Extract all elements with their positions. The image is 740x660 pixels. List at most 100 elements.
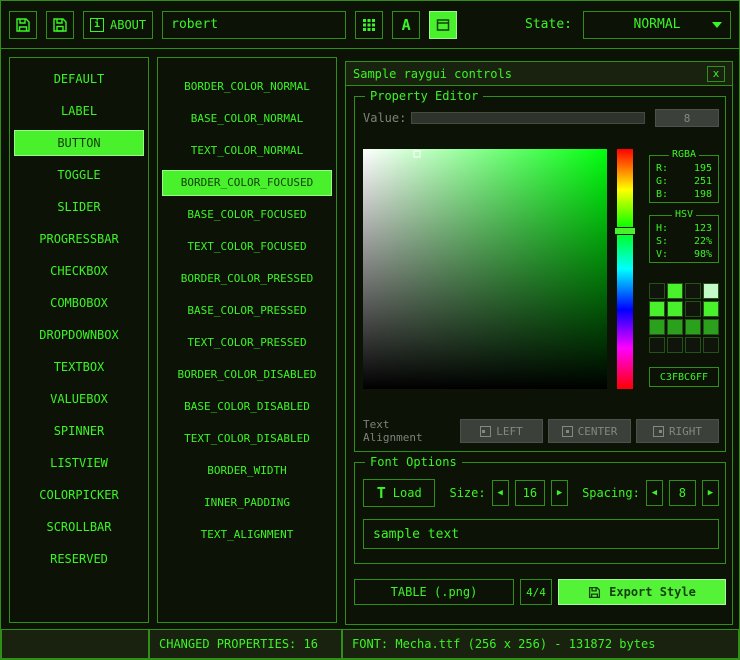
align-center-button[interactable]: CENTER xyxy=(548,419,631,443)
align-left-label: LEFT xyxy=(496,425,523,438)
list-item-text-alignment[interactable]: TEXT_ALIGNMENT xyxy=(162,522,332,548)
list-item-valuebox[interactable]: VALUEBOX xyxy=(14,386,144,412)
list-item-border-color-normal[interactable]: BORDER_COLOR_NORMAL xyxy=(162,74,332,100)
group-title: Font Options xyxy=(365,455,462,469)
rguistyler-window: i ABOUT A State: NORMAL DEFAULTLABELBUTT… xyxy=(0,0,740,660)
list-item-inner-padding[interactable]: INNER_PADDING xyxy=(162,490,332,516)
hue-slider-handle[interactable] xyxy=(614,227,636,235)
palette-color-cell[interactable] xyxy=(649,301,665,317)
spacing-value-box[interactable]: 8 xyxy=(669,480,696,506)
state-dropdown[interactable]: NORMAL xyxy=(583,11,731,39)
about-label: ABOUT xyxy=(110,18,146,32)
palette-color-cell[interactable] xyxy=(703,283,719,299)
list-item-combobox[interactable]: COMBOBOX xyxy=(14,290,144,316)
changed-properties-text: CHANGED PROPERTIES: 16 xyxy=(159,637,318,651)
list-item-label[interactable]: LABEL xyxy=(14,98,144,124)
align-right-button[interactable]: RIGHT xyxy=(636,419,719,443)
palette-color-cell[interactable] xyxy=(703,319,719,335)
list-item-listview[interactable]: LISTVIEW xyxy=(14,450,144,476)
align-center-label: CENTER xyxy=(578,425,618,438)
font-t-icon: T xyxy=(377,486,386,501)
list-item-dropdownbox[interactable]: DROPDOWNBOX xyxy=(14,322,144,348)
g-label: G: xyxy=(656,175,668,188)
color-picker-cursor[interactable] xyxy=(413,150,420,157)
font-letter-icon: A xyxy=(402,16,411,34)
list-item-checkbox[interactable]: CHECKBOX xyxy=(14,258,144,284)
size-increase-button[interactable]: ▶ xyxy=(551,480,568,506)
list-item-base-color-pressed[interactable]: BASE_COLOR_PRESSED xyxy=(162,298,332,324)
palette-color-cell[interactable] xyxy=(667,283,683,299)
size-decrease-button[interactable]: ◀ xyxy=(492,480,509,506)
palette-color-cell[interactable] xyxy=(667,301,683,317)
value-slider[interactable] xyxy=(411,112,645,124)
hue-slider[interactable] xyxy=(617,149,633,389)
list-item-progressbar[interactable]: PROGRESSBAR xyxy=(14,226,144,252)
statusbar: CHANGED PROPERTIES: 16 FONT: Mecha.ttf (… xyxy=(1,629,739,659)
window-titlebar[interactable]: Sample raygui controls x xyxy=(346,62,732,86)
list-item-scrollbar[interactable]: SCROLLBAR xyxy=(14,514,144,540)
list-item-base-color-disabled[interactable]: BASE_COLOR_DISABLED xyxy=(162,394,332,420)
palette-color-cell[interactable] xyxy=(703,301,719,317)
export-style-button[interactable]: Export Style xyxy=(558,579,726,605)
page-indicator[interactable]: 4/4 xyxy=(520,579,552,605)
hsv-group: HSV H: 123 S: 22% V: 98% xyxy=(649,215,719,263)
list-item-border-color-pressed[interactable]: BORDER_COLOR_PRESSED xyxy=(162,266,332,292)
palette-color-cell[interactable] xyxy=(649,319,665,335)
hex-color-input[interactable]: C3FBC6FF xyxy=(649,367,719,387)
h-label: H: xyxy=(656,222,668,235)
list-item-text-color-normal[interactable]: TEXT_COLOR_NORMAL xyxy=(162,138,332,164)
value-box[interactable]: 8 xyxy=(655,109,719,127)
status-changed-properties: CHANGED PROPERTIES: 16 xyxy=(149,629,342,659)
sample-text-input[interactable]: sample text xyxy=(363,519,719,549)
list-item-base-color-focused[interactable]: BASE_COLOR_FOCUSED xyxy=(162,202,332,228)
export-format-button[interactable]: TABLE (.png) xyxy=(354,579,514,605)
style-table-view-button[interactable] xyxy=(429,11,457,39)
palette-color-cell[interactable] xyxy=(667,319,683,335)
export-format-label: TABLE (.png) xyxy=(391,585,478,599)
palette-color-cell[interactable] xyxy=(703,337,719,353)
list-item-reserved[interactable]: RESERVED xyxy=(14,546,144,572)
size-value-box[interactable]: 16 xyxy=(515,480,545,506)
window-title: Sample raygui controls xyxy=(353,67,512,81)
palette-color-cell[interactable] xyxy=(685,337,701,353)
value-row: Value: 8 xyxy=(363,109,719,127)
save-style-button[interactable] xyxy=(46,11,74,39)
load-style-button[interactable] xyxy=(9,11,37,39)
list-item-spinner[interactable]: SPINNER xyxy=(14,418,144,444)
color-picker-panel[interactable] xyxy=(363,149,607,389)
list-item-text-color-focused[interactable]: TEXT_COLOR_FOCUSED xyxy=(162,234,332,260)
list-item-border-width[interactable]: BORDER_WIDTH xyxy=(162,458,332,484)
spacing-decrease-button[interactable]: ◀ xyxy=(646,480,663,506)
palette-color-cell[interactable] xyxy=(685,283,701,299)
b-label: B: xyxy=(656,188,668,201)
hsv-row-v: V: 98% xyxy=(650,248,718,261)
palette-color-cell[interactable] xyxy=(667,337,683,353)
spacing-increase-button[interactable]: ▶ xyxy=(702,480,719,506)
about-button[interactable]: i ABOUT xyxy=(83,11,153,39)
font-load-button[interactable]: T Load xyxy=(363,479,435,507)
list-item-toggle[interactable]: TOGGLE xyxy=(14,162,144,188)
list-item-button[interactable]: BUTTON xyxy=(14,130,144,156)
list-item-default[interactable]: DEFAULT xyxy=(14,66,144,92)
align-right-icon xyxy=(653,426,664,437)
list-item-text-color-disabled[interactable]: TEXT_COLOR_DISABLED xyxy=(162,426,332,452)
controls-view-button[interactable] xyxy=(355,11,383,39)
list-item-slider[interactable]: SLIDER xyxy=(14,194,144,220)
palette-color-cell[interactable] xyxy=(649,337,665,353)
list-item-border-color-disabled[interactable]: BORDER_COLOR_DISABLED xyxy=(162,362,332,388)
list-item-text-color-pressed[interactable]: TEXT_COLOR_PRESSED xyxy=(162,330,332,356)
palette-color-cell[interactable] xyxy=(649,283,665,299)
palette-color-cell[interactable] xyxy=(685,301,701,317)
style-name-input[interactable] xyxy=(162,11,346,39)
font-view-button[interactable]: A xyxy=(392,11,420,39)
list-item-base-color-normal[interactable]: BASE_COLOR_NORMAL xyxy=(162,106,332,132)
page-indicator-value: 4/4 xyxy=(526,586,546,599)
rgba-row-b: B: 198 xyxy=(650,188,718,201)
list-item-border-color-focused[interactable]: BORDER_COLOR_FOCUSED xyxy=(162,170,332,196)
align-left-button[interactable]: LEFT xyxy=(460,419,543,443)
palette-color-cell[interactable] xyxy=(685,319,701,335)
font-info-text: FONT: Mecha.ttf (256 x 256) - 131872 byt… xyxy=(352,637,655,651)
list-item-textbox[interactable]: TEXTBOX xyxy=(14,354,144,380)
close-button[interactable]: x xyxy=(707,66,725,82)
list-item-colorpicker[interactable]: COLORPICKER xyxy=(14,482,144,508)
